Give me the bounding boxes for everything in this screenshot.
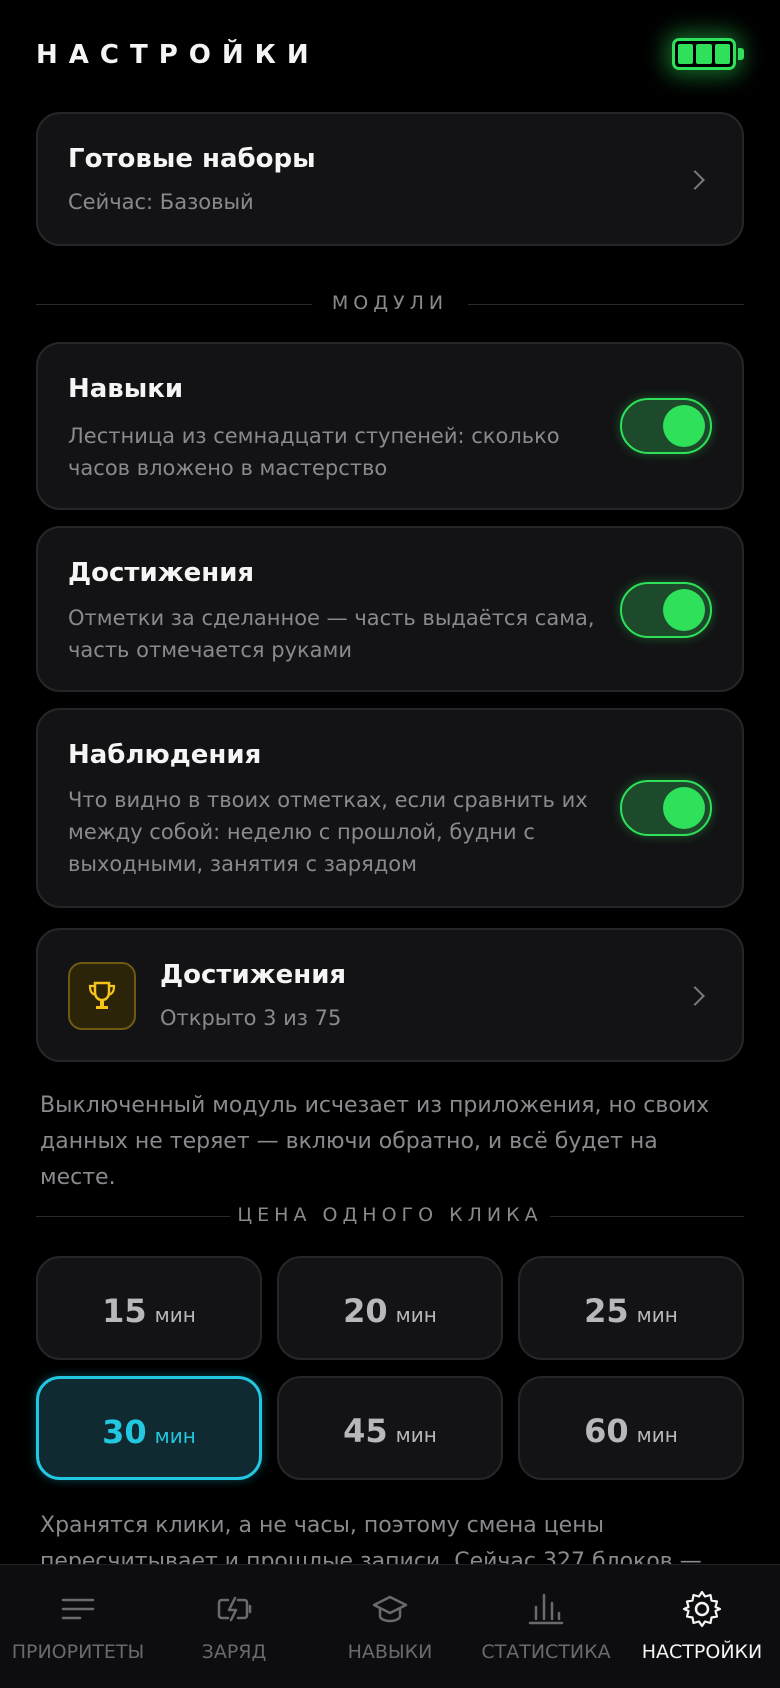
module-toggle-skills[interactable] xyxy=(620,398,712,454)
achievements-link-card[interactable]: Достижения Открыто 3 из 75 xyxy=(36,928,744,1062)
module-card-skills: Навыки Лестница из семнадцати ступеней: … xyxy=(36,342,744,510)
bottom-nav: ПРИОРИТЕТЫ ЗАРЯД НАВЫКИ СТАТИСТИКА НАСТР… xyxy=(0,1564,780,1688)
modules-note: Выключенный модуль исчезает из приложени… xyxy=(40,1093,710,1190)
module-card-achievements: Достижения Отметки за сделанное — часть … xyxy=(36,526,744,692)
module-toggle-achievements[interactable] xyxy=(620,582,712,638)
price-divider: ЦЕНА ОДНОГО КЛИКА xyxy=(36,1202,744,1232)
module-title: Достижения xyxy=(68,558,255,588)
header: НАСТРОЙКИ xyxy=(36,36,744,76)
presets-card[interactable]: Готовые наборы Сейчас: Базовый xyxy=(36,112,744,246)
module-description: Отметки за сделанное — часть выдаётся са… xyxy=(68,606,595,662)
price-option-15[interactable]: 15 мин xyxy=(36,1256,262,1360)
module-title: Навыки xyxy=(68,374,184,404)
achievements-link-title: Достижения xyxy=(160,960,347,990)
module-description: Лестница из семнадцати ступеней: сколько… xyxy=(68,424,560,480)
nav-item-charge[interactable]: ЗАРЯД xyxy=(156,1565,312,1688)
price-option-25[interactable]: 25 мин xyxy=(518,1256,744,1360)
modules-section-label: МОДУЛИ xyxy=(331,292,449,314)
price-option-30[interactable]: 30 мин xyxy=(36,1376,262,1480)
nav-item-skills[interactable]: НАВЫКИ xyxy=(312,1565,468,1688)
list-icon xyxy=(61,1598,95,1620)
settings-screen: НАСТРОЙКИ Готовые наборы Сейчас: Базовый… xyxy=(0,0,780,1688)
module-description: Что видно в твоих отметках, если сравнит… xyxy=(68,788,588,876)
graduation-cap-icon xyxy=(372,1595,408,1623)
price-option-45[interactable]: 45 мин xyxy=(277,1376,503,1480)
presets-subtitle: Сейчас: Базовый xyxy=(68,190,254,214)
achievements-link-subtitle: Открыто 3 из 75 xyxy=(160,1006,342,1030)
battery-full-icon xyxy=(672,36,744,72)
battery-charge-icon xyxy=(217,1596,252,1622)
bar-chart-icon xyxy=(528,1593,564,1625)
module-toggle-observations[interactable] xyxy=(620,780,712,836)
page-title: НАСТРОЙКИ xyxy=(36,40,320,70)
module-title: Наблюдения xyxy=(68,740,262,770)
price-section-label: ЦЕНА ОДНОГО КЛИКА xyxy=(237,1204,543,1226)
chevron-right-icon xyxy=(685,986,705,1006)
module-card-observations: Наблюдения Что видно в твоих отметках, е… xyxy=(36,708,744,908)
presets-title: Готовые наборы xyxy=(68,144,316,174)
nav-item-settings[interactable]: НАСТРОЙКИ xyxy=(624,1565,780,1688)
chevron-right-icon xyxy=(685,170,705,190)
modules-divider: МОДУЛИ xyxy=(36,290,744,320)
trophy-icon xyxy=(68,962,136,1030)
nav-item-statistics[interactable]: СТАТИСТИКА xyxy=(468,1565,624,1688)
price-option-60[interactable]: 60 мин xyxy=(518,1376,744,1480)
price-option-20[interactable]: 20 мин xyxy=(277,1256,503,1360)
gear-icon xyxy=(682,1590,722,1628)
nav-item-priorities[interactable]: ПРИОРИТЕТЫ xyxy=(0,1565,156,1688)
